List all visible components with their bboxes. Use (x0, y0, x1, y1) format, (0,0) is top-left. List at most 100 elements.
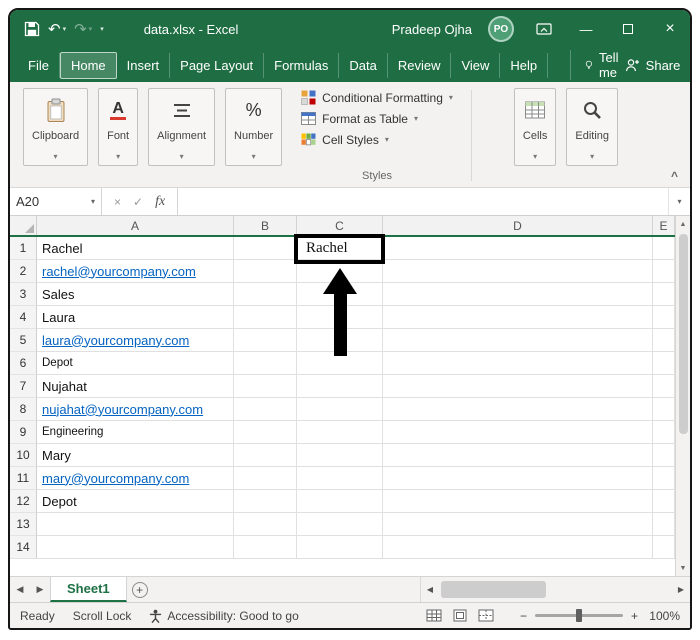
tab-data[interactable]: Data (339, 52, 388, 78)
new-sheet-button[interactable]: + (127, 577, 153, 602)
cell[interactable] (383, 306, 653, 329)
column-header-D[interactable]: D (383, 216, 653, 235)
zoom-in-button[interactable]: + (631, 609, 638, 623)
redo-button[interactable]: ↷ ▾ (74, 22, 92, 37)
cell[interactable] (234, 283, 297, 306)
cell[interactable] (383, 260, 653, 283)
select-all-button[interactable] (10, 216, 37, 235)
formula-input[interactable] (178, 188, 668, 215)
column-header-C[interactable]: C (297, 216, 383, 235)
cell[interactable] (383, 536, 653, 559)
cell[interactable] (653, 237, 675, 260)
cell-A13[interactable] (37, 513, 234, 536)
cell[interactable] (297, 421, 383, 444)
cell[interactable] (653, 513, 675, 536)
cell[interactable] (383, 421, 653, 444)
accessibility-checker-button[interactable]: Accessibility: Good to go (149, 609, 299, 623)
cells-group-button[interactable]: Cells ▾ (513, 88, 557, 166)
next-sheet-button[interactable]: ▶ (30, 577, 50, 602)
cell[interactable] (297, 375, 383, 398)
cancel-entry-button[interactable]: × (114, 195, 121, 209)
zoom-out-button[interactable]: − (520, 609, 527, 623)
cell-A14[interactable] (37, 536, 234, 559)
cell[interactable] (234, 513, 297, 536)
cell[interactable] (653, 444, 675, 467)
horizontal-scrollbar[interactable]: ◀ ▶ (420, 577, 690, 602)
tab-home[interactable]: Home (59, 51, 117, 79)
cell[interactable] (297, 398, 383, 421)
previous-sheet-button[interactable]: ◀ (10, 577, 30, 602)
undo-button[interactable]: ↶ ▾ (48, 22, 66, 37)
name-box[interactable]: A20 ▾ (10, 188, 102, 215)
row-header-11[interactable]: 11 (10, 467, 37, 490)
row-header-8[interactable]: 8 (10, 398, 37, 421)
cell[interactable] (653, 375, 675, 398)
row-header-1[interactable]: 1 (10, 237, 37, 260)
cell[interactable] (234, 375, 297, 398)
cell-A7[interactable]: Nujahat (37, 375, 234, 398)
cell[interactable] (297, 444, 383, 467)
page-break-preview-icon[interactable] (478, 609, 494, 622)
horizontal-scroll-track[interactable] (439, 577, 672, 602)
font-group-button[interactable]: A Font ▾ (98, 88, 139, 166)
cell[interactable] (653, 490, 675, 513)
save-button[interactable] (24, 21, 40, 37)
cell[interactable] (234, 444, 297, 467)
cell[interactable] (653, 260, 675, 283)
cell[interactable] (234, 421, 297, 444)
enter-entry-button[interactable]: ✓ (133, 195, 143, 209)
row-header-4[interactable]: 4 (10, 306, 37, 329)
cell-A4[interactable]: Laura (37, 306, 234, 329)
cell[interactable] (234, 398, 297, 421)
close-button[interactable]: × (662, 21, 678, 37)
cell[interactable] (234, 536, 297, 559)
cell[interactable] (297, 513, 383, 536)
conditional-formatting-button[interactable]: Conditional Formatting ▾ (297, 88, 457, 107)
cell[interactable] (653, 283, 675, 306)
avatar[interactable]: PO (488, 16, 514, 42)
row-header-12[interactable]: 12 (10, 490, 37, 513)
number-group-button[interactable]: % Number ▾ (225, 88, 283, 166)
cell[interactable] (653, 306, 675, 329)
row-header-3[interactable]: 3 (10, 283, 37, 306)
cell[interactable] (383, 283, 653, 306)
cell-A12[interactable]: Depot (37, 490, 234, 513)
column-header-B[interactable]: B (234, 216, 297, 235)
row-header-6[interactable]: 6 (10, 352, 37, 375)
scroll-down-button[interactable]: ▼ (676, 560, 690, 576)
vertical-scrollbar[interactable]: ▲ ▼ (675, 216, 690, 576)
cell-A10[interactable]: Mary (37, 444, 234, 467)
cell-A8[interactable]: nujahat@yourcompany.com (37, 398, 234, 421)
cell[interactable] (234, 260, 297, 283)
row-header-14[interactable]: 14 (10, 536, 37, 559)
tab-view[interactable]: View (451, 52, 501, 78)
alignment-group-button[interactable]: Alignment ▾ (148, 88, 216, 166)
cell[interactable] (383, 513, 653, 536)
customize-qat-button[interactable]: ▾ (100, 25, 104, 33)
row-header-10[interactable]: 10 (10, 444, 37, 467)
sheet-tab-sheet1[interactable]: Sheet1 (50, 577, 127, 602)
row-header-5[interactable]: 5 (10, 329, 37, 352)
row-header-7[interactable]: 7 (10, 375, 37, 398)
tab-page-layout[interactable]: Page Layout (170, 52, 265, 78)
cell[interactable] (383, 398, 653, 421)
tell-me-button[interactable]: Tell me (570, 50, 624, 80)
cell[interactable] (653, 352, 675, 375)
cell[interactable] (234, 306, 297, 329)
collapse-ribbon-button[interactable]: ^ (671, 169, 678, 183)
maximize-button[interactable] (620, 21, 636, 37)
scroll-up-button[interactable]: ▲ (676, 216, 690, 232)
row-header-9[interactable]: 9 (10, 421, 37, 444)
cell-A3[interactable]: Sales (37, 283, 234, 306)
zoom-slider-thumb[interactable] (575, 609, 582, 622)
column-header-E[interactable]: E (653, 216, 675, 235)
insert-function-button[interactable]: fx (155, 194, 165, 210)
tab-review[interactable]: Review (388, 52, 452, 78)
cell[interactable] (234, 490, 297, 513)
minimize-button[interactable]: — (578, 21, 594, 37)
zoom-slider[interactable] (534, 609, 623, 622)
cell-A6[interactable]: Depot (37, 352, 234, 375)
cell[interactable] (653, 329, 675, 352)
account-user-name[interactable]: Pradeep Ojha (392, 22, 472, 37)
cell-A2[interactable]: rachel@yourcompany.com (37, 260, 234, 283)
